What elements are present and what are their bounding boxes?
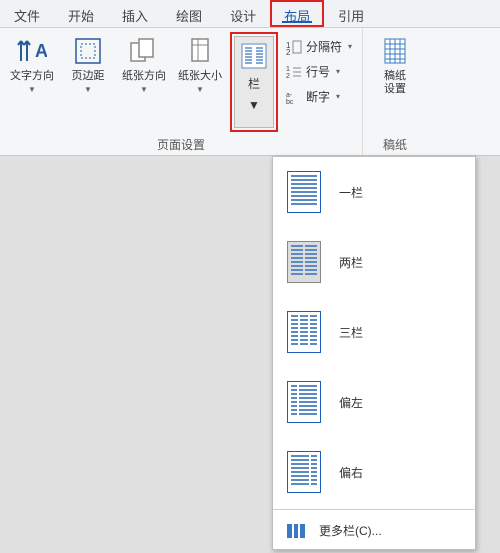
orientation-label: 纸张方向 (122, 70, 166, 83)
grid-settings-label: 稿纸设置 (384, 70, 406, 96)
line-numbers-label: 行号 (306, 63, 330, 80)
text-direction-icon: A (16, 36, 48, 66)
columns-left[interactable]: 偏左 (273, 367, 475, 437)
chevron-down-icon: ▾ (336, 92, 340, 101)
chevron-down-icon: ▼ (140, 85, 148, 94)
size-icon (184, 36, 216, 66)
columns-button[interactable]: 栏 ▼ (234, 36, 274, 128)
dropdown-separator (273, 509, 475, 510)
columns-three[interactable]: 三栏 (273, 297, 475, 367)
tab-layout[interactable]: 布局 (270, 0, 324, 27)
group-grid-paper: 稿纸设置 稿纸 (363, 28, 427, 155)
svg-text:a-: a- (286, 92, 293, 99)
columns-two[interactable]: 两栏 (273, 227, 475, 297)
margins-label: 页边距 (72, 70, 105, 83)
ribbon: A 文字方向 ▼ 页边距 ▼ 纸张方向 ▼ (0, 28, 500, 156)
tab-references[interactable]: 引用 (324, 0, 378, 27)
margins-icon (72, 36, 104, 66)
group-label-grid: 稿纸 (369, 135, 421, 155)
columns-more[interactable]: 更多栏(C)... (273, 512, 475, 549)
tab-insert[interactable]: 插入 (108, 0, 162, 27)
svg-text:bc: bc (286, 99, 294, 105)
svg-text:A: A (35, 41, 47, 61)
text-direction-button[interactable]: A 文字方向 ▼ (6, 32, 58, 94)
margins-button[interactable]: 页边距 ▼ (62, 32, 114, 94)
chevron-down-icon: ▾ (336, 67, 340, 76)
chevron-down-icon: ▼ (84, 85, 92, 94)
breaks-button[interactable]: 12 分隔符 ▾ (282, 36, 356, 57)
svg-text:2: 2 (286, 48, 291, 55)
tab-file[interactable]: 文件 (0, 0, 54, 27)
columns-label: 栏 (248, 75, 260, 92)
tab-design[interactable]: 设计 (216, 0, 270, 27)
columns-three-icon (287, 311, 321, 353)
size-button[interactable]: 纸张大小 ▼ (174, 32, 226, 94)
columns-more-icon (287, 524, 305, 538)
columns-dropdown: 一栏 两栏 三栏 偏左 偏右 更多栏(C)... (272, 156, 476, 550)
chevron-down-icon: ▼ (196, 85, 204, 94)
columns-two-icon (287, 241, 321, 283)
columns-left-icon (287, 381, 321, 423)
breaks-label: 分隔符 (306, 38, 342, 55)
tab-bar: 文件 开始 插入 绘图 设计 布局 引用 (0, 0, 500, 28)
tab-draw[interactable]: 绘图 (162, 0, 216, 27)
group-grid-paper-row: 稿纸设置 (369, 32, 421, 135)
page-setup-more: 12 分隔符 ▾ 12 行号 ▾ a-bc 断字 ▾ (282, 32, 356, 107)
breaks-icon: 12 (286, 39, 302, 55)
columns-one-label: 一栏 (339, 184, 363, 201)
columns-left-label: 偏左 (339, 394, 363, 411)
group-page-setup-row: A 文字方向 ▼ 页边距 ▼ 纸张方向 ▼ (6, 32, 356, 135)
columns-more-label: 更多栏(C)... (319, 522, 382, 539)
columns-one[interactable]: 一栏 (273, 157, 475, 227)
hyphenation-button[interactable]: a-bc 断字 ▾ (282, 86, 356, 107)
grid-settings-button[interactable]: 稿纸设置 (369, 32, 421, 96)
size-label: 纸张大小 (178, 70, 222, 83)
line-numbers-icon: 12 (286, 64, 302, 80)
columns-one-icon (287, 171, 321, 213)
tab-home[interactable]: 开始 (54, 0, 108, 27)
columns-right-icon (287, 451, 321, 493)
text-direction-label: 文字方向 (10, 70, 54, 83)
columns-button-highlight: 栏 ▼ (230, 32, 278, 132)
hyphenation-icon: a-bc (286, 89, 302, 105)
group-page-setup: A 文字方向 ▼ 页边距 ▼ 纸张方向 ▼ (0, 28, 363, 155)
orientation-button[interactable]: 纸张方向 ▼ (118, 32, 170, 94)
columns-right-label: 偏右 (339, 464, 363, 481)
columns-icon (241, 43, 267, 69)
columns-two-label: 两栏 (339, 254, 363, 271)
svg-text:2: 2 (286, 73, 290, 80)
chevron-down-icon: ▼ (28, 85, 36, 94)
columns-right[interactable]: 偏右 (273, 437, 475, 507)
orientation-icon (128, 36, 160, 66)
group-label-page-setup: 页面设置 (6, 135, 356, 155)
grid-settings-icon (379, 36, 411, 66)
columns-three-label: 三栏 (339, 324, 363, 341)
line-numbers-button[interactable]: 12 行号 ▾ (282, 61, 356, 82)
svg-text:1: 1 (286, 66, 290, 73)
chevron-down-icon: ▾ (348, 42, 352, 51)
hyphenation-label: 断字 (306, 88, 330, 105)
chevron-down-icon: ▼ (248, 98, 260, 112)
